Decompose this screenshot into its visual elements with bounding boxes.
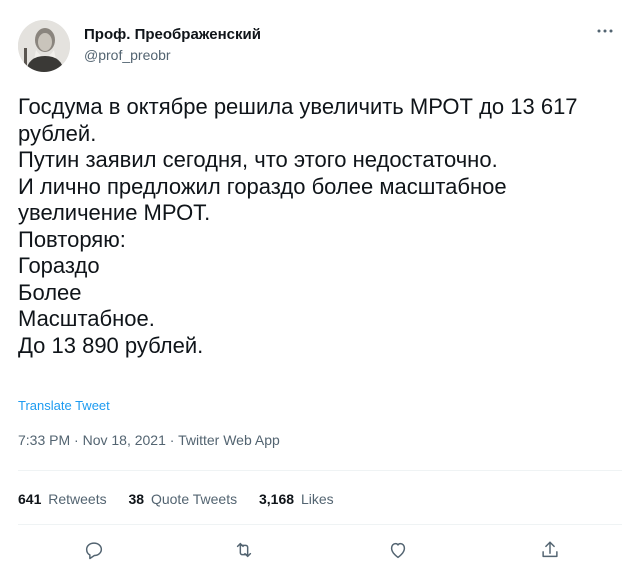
like-button[interactable]	[386, 538, 410, 562]
reply-icon	[85, 542, 103, 560]
avatar[interactable]	[18, 20, 70, 72]
tweet-line: Масштабное.	[18, 306, 155, 331]
tweet-line: Повторяю:	[18, 226, 126, 252]
user-handle[interactable]: @prof_preobr	[84, 46, 261, 64]
author-names: Проф. Преображенский @prof_preobr	[84, 26, 261, 64]
divider	[18, 524, 622, 525]
tweet-stats: 641 Retweets 38 Quote Tweets 3,168 Likes	[18, 491, 352, 507]
tweet-line: увеличение МРОТ.	[18, 200, 211, 225]
tweet-text: Госдума в октябре решила увеличить МРОТ …	[18, 94, 628, 359]
translate-tweet-link[interactable]: Translate Tweet	[18, 398, 110, 413]
display-name[interactable]: Проф. Преображенский	[84, 26, 261, 44]
quote-tweets-stat[interactable]: 38 Quote Tweets	[129, 491, 238, 507]
retweets-label: Retweets	[48, 491, 107, 507]
tweet-line: Путин заявил сегодня, что этого недостат…	[18, 147, 498, 172]
tweet-line: Гораздо	[18, 253, 100, 278]
tweet-line: рублей.	[18, 120, 97, 146]
action-bar	[0, 538, 640, 566]
tweet-line: Более	[18, 279, 82, 305]
tweet-date[interactable]: Nov 18, 2021	[83, 432, 166, 448]
likes-stat[interactable]: 3,168 Likes	[259, 491, 334, 507]
more-horizontal-icon	[597, 29, 613, 33]
portrait-avatar-icon	[18, 20, 70, 72]
share-icon	[542, 541, 558, 558]
tweet-line: Госдума в октябре решила увеличить МРОТ …	[18, 94, 578, 119]
like-icon	[390, 542, 406, 559]
quote-tweets-count: 38	[128, 491, 148, 507]
retweets-count: 641	[18, 491, 46, 507]
tweet-line: До 13 890 рублей.	[18, 332, 204, 358]
more-options-button[interactable]	[592, 20, 618, 42]
retweets-stat[interactable]: 641 Retweets	[18, 491, 107, 507]
reply-button[interactable]	[82, 538, 106, 562]
retweet-button[interactable]	[232, 538, 256, 562]
retweet-icon	[236, 542, 252, 558]
tweet-source[interactable]: Twitter Web App	[178, 432, 280, 448]
meta-separator: ·	[74, 432, 83, 448]
tweet-time[interactable]: 7:33 PM	[18, 432, 70, 448]
likes-label: Likes	[300, 491, 334, 507]
tweet-line: И лично предложил гораздо более масштабн…	[18, 173, 507, 199]
share-button[interactable]	[538, 538, 562, 562]
divider	[18, 470, 622, 471]
tweet-card: Проф. Преображенский @prof_preobr Госдум…	[0, 0, 640, 571]
likes-count: 3,168	[259, 491, 298, 507]
tweet-meta: 7:33 PM · Nov 18, 2021 · Twitter Web App	[18, 432, 280, 448]
tweet-header: Проф. Преображенский @prof_preobr	[18, 20, 622, 74]
meta-separator: ·	[169, 432, 179, 448]
quote-tweets-label: Quote Tweets	[150, 491, 238, 507]
